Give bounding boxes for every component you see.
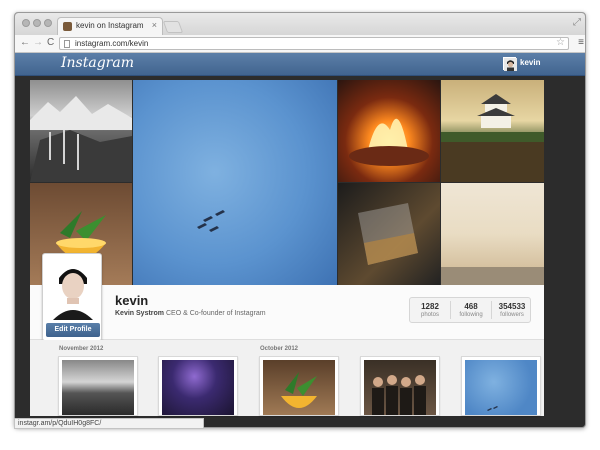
- edit-profile-button[interactable]: Edit Profile: [46, 323, 100, 337]
- zoom-window-icon[interactable]: [44, 19, 52, 27]
- browser-toolbar: ← → C instagram.com/kevin ☆ ≡: [15, 35, 585, 53]
- mountains-thumbnail: [62, 360, 134, 415]
- stat-following[interactable]: 468 following: [451, 298, 491, 322]
- reload-icon[interactable]: C: [47, 37, 54, 48]
- browser-tab[interactable]: kevin on Instagram ×: [57, 17, 163, 35]
- stat-photos-label: photos: [420, 312, 439, 318]
- profile-stats: 1282 photos 468 following 354533 followe…: [409, 297, 531, 323]
- mountains-photo[interactable]: [30, 80, 132, 182]
- profile-username: kevin: [115, 293, 149, 308]
- page-icon: [64, 40, 70, 48]
- whiskey-glass-photo[interactable]: [338, 183, 440, 285]
- stat-followers-label: followers: [500, 312, 524, 318]
- forward-arrow-icon[interactable]: →: [33, 37, 43, 48]
- header-username[interactable]: kevin: [520, 58, 540, 67]
- close-window-icon[interactable]: [22, 19, 30, 27]
- instagram-favicon-icon: [63, 22, 72, 31]
- fullscreen-icon[interactable]: ⤢: [573, 17, 581, 28]
- address-bar[interactable]: instagram.com/kevin ☆: [59, 37, 569, 50]
- profile-avatar-card: Edit Profile: [42, 253, 102, 341]
- header-avatar[interactable]: [503, 57, 517, 71]
- stat-following-label: following: [459, 312, 483, 318]
- blue-sky-jets-photo[interactable]: [133, 80, 337, 285]
- browser-menu-icon[interactable]: ≡: [578, 37, 584, 48]
- status-bar-url: instagr.am/p/QduIH0g8FC/: [14, 418, 204, 429]
- profile-avatar[interactable]: [47, 258, 99, 320]
- stat-followers-value: 354533: [498, 302, 526, 311]
- feed-photo[interactable]: [58, 356, 138, 416]
- fire-pit-photo[interactable]: [338, 80, 440, 182]
- japanese-castle-photo[interactable]: [441, 80, 544, 182]
- cocktail-thumbnail: [263, 360, 335, 415]
- new-tab-button[interactable]: [162, 21, 184, 33]
- feed-photo[interactable]: [360, 356, 440, 416]
- beach-photo[interactable]: [441, 183, 544, 285]
- feed-photo[interactable]: [259, 356, 339, 416]
- tab-close-icon[interactable]: ×: [152, 20, 157, 30]
- sky-thumbnail: [465, 360, 537, 415]
- minimize-window-icon[interactable]: [33, 19, 41, 27]
- group-photo-thumbnail: [364, 360, 436, 415]
- month-heading: November 2012: [59, 346, 104, 352]
- profile-bio-text: CEO & Co-founder of Instagram: [165, 310, 266, 317]
- tab-title: kevin on Instagram: [76, 21, 144, 30]
- url-text: instagram.com/kevin: [75, 39, 149, 48]
- back-arrow-icon[interactable]: ←: [20, 37, 30, 48]
- feed-photo[interactable]: [158, 356, 238, 416]
- concert-crowd-thumbnail: [162, 360, 234, 415]
- feed-photo[interactable]: [461, 356, 541, 416]
- instagram-header: Instagram kevin: [15, 53, 585, 76]
- profile-full-name: Kevin Systrom: [115, 310, 165, 317]
- instagram-logo[interactable]: Instagram: [61, 55, 134, 71]
- stat-photos[interactable]: 1282 photos: [410, 298, 450, 322]
- bookmark-star-icon[interactable]: ☆: [556, 37, 565, 48]
- stat-followers[interactable]: 354533 followers: [492, 298, 532, 322]
- month-heading: October 2012: [260, 346, 299, 352]
- browser-tab-bar: kevin on Instagram × ⤢: [15, 13, 585, 35]
- profile-bio: Kevin Systrom CEO & Co-founder of Instag…: [115, 310, 266, 317]
- stat-photos-value: 1282: [421, 302, 439, 311]
- stat-following-value: 468: [464, 302, 478, 311]
- profile-cover-mosaic: [30, 80, 544, 285]
